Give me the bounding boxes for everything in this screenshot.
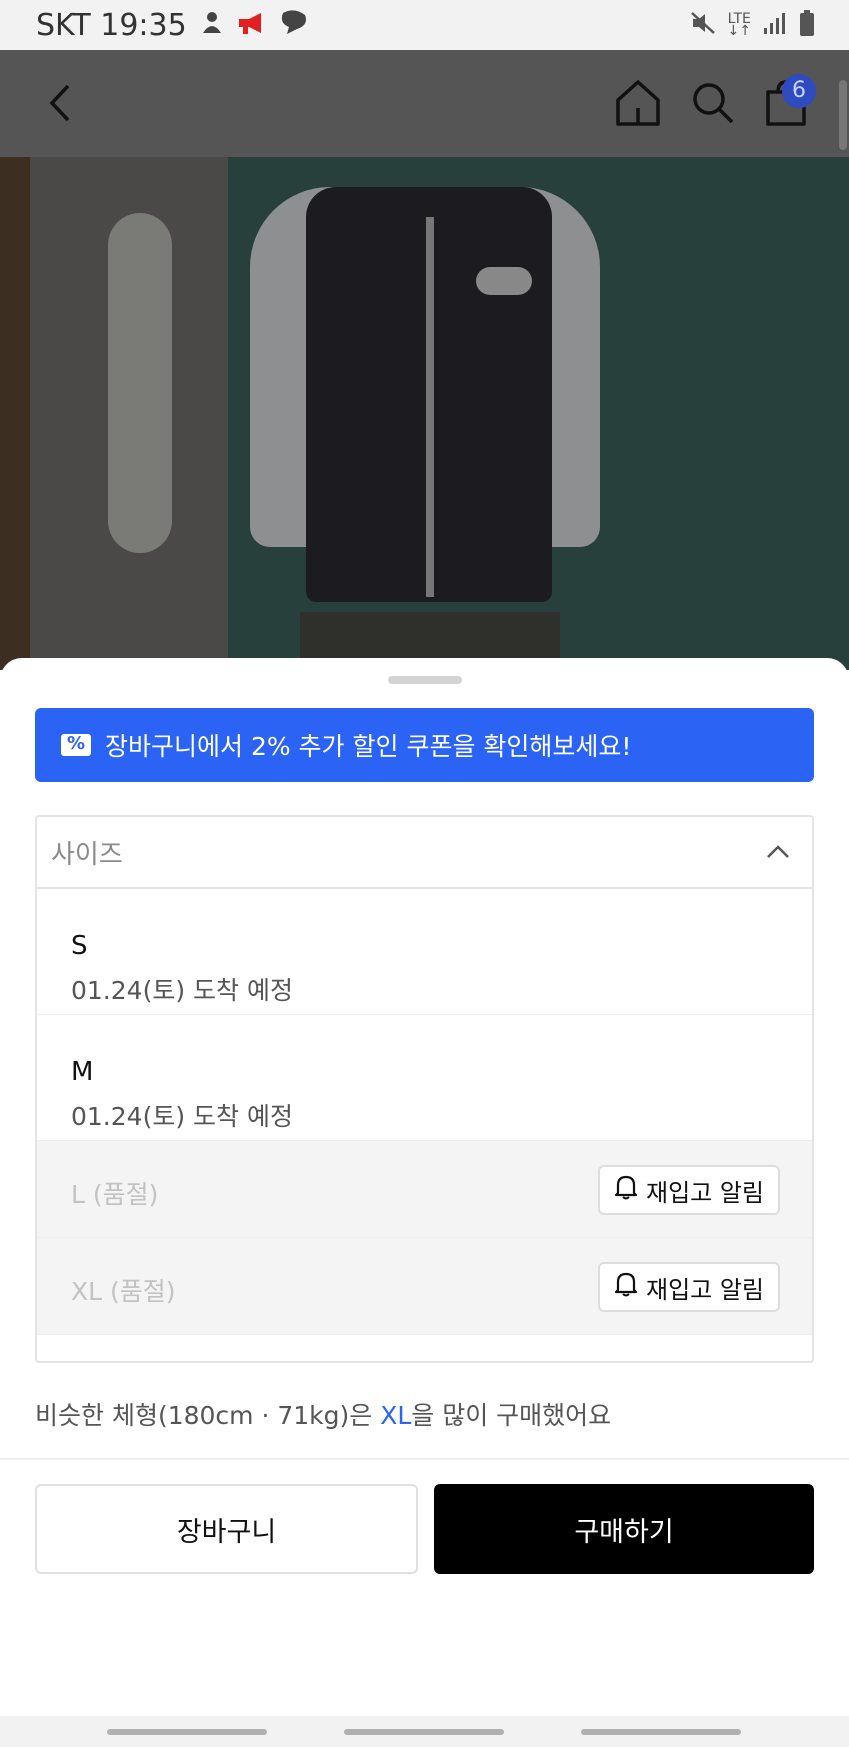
- recommended-size: XL: [380, 1401, 412, 1430]
- coupon-text: 장바구니에서 2% 추가 할인 쿠폰을 확인해보세요!: [105, 732, 632, 761]
- size-option-l-soldout: L (품절) 재입고 알림: [37, 1141, 812, 1238]
- lte-icon: LTE ↓↑: [727, 11, 751, 39]
- size-dropdown-label: 사이즈: [51, 839, 123, 870]
- person-icon: [201, 8, 223, 43]
- bell-icon: [614, 1271, 638, 1303]
- back-icon[interactable]: [42, 80, 82, 126]
- size-option-label: L (품절): [71, 1180, 159, 1209]
- battery-icon: [799, 10, 815, 40]
- carrier-time: SKT 19:35: [36, 8, 187, 43]
- add-to-cart-button[interactable]: 장바구니: [35, 1484, 418, 1574]
- nav-back-handle[interactable]: [581, 1729, 741, 1735]
- delivery-eta: 01.24(토) 도착 예정: [71, 976, 293, 1005]
- search-icon[interactable]: [690, 80, 736, 130]
- product-image: [0, 157, 849, 670]
- buy-now-button[interactable]: 구매하기: [434, 1484, 814, 1574]
- nav-recent-handle[interactable]: [107, 1729, 267, 1735]
- size-option-label: S: [71, 931, 88, 961]
- size-option-label: XL (품절): [71, 1277, 176, 1306]
- size-dropdown-header[interactable]: 사이즈: [37, 817, 812, 889]
- nav-home-handle[interactable]: [344, 1729, 504, 1735]
- home-icon[interactable]: [614, 78, 662, 132]
- mute-icon: [690, 11, 716, 39]
- sheet-grabber[interactable]: [388, 676, 462, 684]
- size-option-m[interactable]: M 01.24(토) 도착 예정: [37, 1015, 812, 1141]
- divider: [0, 1458, 849, 1460]
- top-nav: 6: [0, 50, 849, 157]
- cart-count-badge: 6: [782, 74, 816, 108]
- delivery-eta: 01.24(토) 도착 예정: [71, 1102, 293, 1131]
- restock-alert-button[interactable]: 재입고 알림: [598, 1165, 780, 1215]
- coupon-icon: [61, 733, 91, 756]
- restock-alert-button[interactable]: 재입고 알림: [598, 1262, 780, 1312]
- option-bottom-sheet: 장바구니에서 2% 추가 할인 쿠폰을 확인해보세요! 사이즈 S 01.24(…: [0, 658, 849, 1716]
- size-option-label: M: [71, 1057, 94, 1087]
- restock-alert-label: 재입고 알림: [645, 1275, 765, 1304]
- size-option-s[interactable]: S 01.24(토) 도착 예정: [37, 889, 812, 1015]
- signal-icon: [763, 12, 787, 38]
- size-dropdown: 사이즈 S 01.24(토) 도착 예정 M 01.24(토) 도착 예정 L …: [35, 815, 814, 1363]
- chat-icon: [279, 8, 309, 43]
- scrollbar[interactable]: [839, 80, 847, 150]
- megaphone-icon: [237, 8, 265, 43]
- size-recommendation: 비슷한 체형(180cm · 71kg)은 XL을 많이 구매했어요: [35, 1401, 612, 1430]
- system-nav-bar: [0, 1716, 849, 1747]
- chevron-up-icon: [764, 839, 792, 872]
- status-bar: SKT 19:35 LTE ↓↑: [0, 0, 849, 50]
- size-option-xl-soldout: XL (품절) 재입고 알림: [37, 1238, 812, 1335]
- restock-alert-label: 재입고 알림: [645, 1178, 765, 1207]
- bell-icon: [614, 1174, 638, 1206]
- product-page-backdrop[interactable]: 6: [0, 50, 849, 670]
- coupon-banner[interactable]: 장바구니에서 2% 추가 할인 쿠폰을 확인해보세요!: [35, 708, 814, 782]
